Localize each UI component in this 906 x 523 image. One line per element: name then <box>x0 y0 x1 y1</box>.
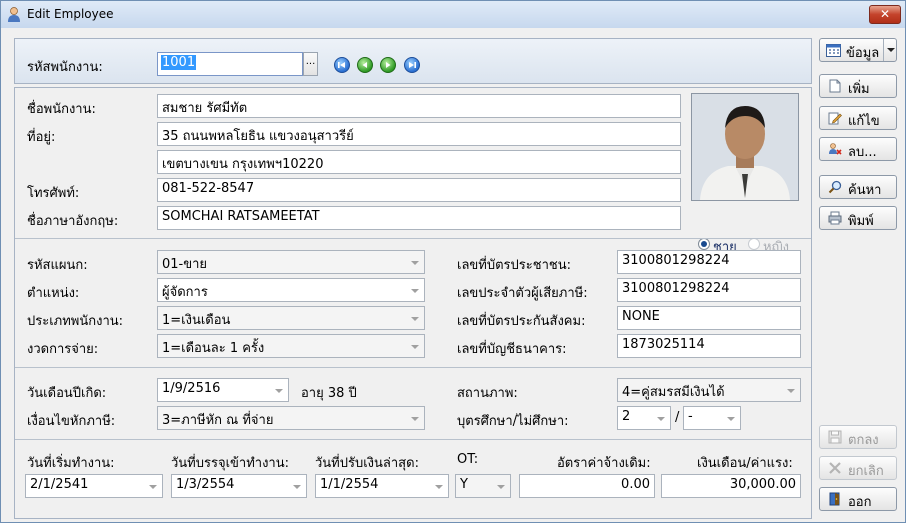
printer-icon <box>828 211 842 225</box>
exit-button[interactable]: ออก <box>819 487 897 511</box>
add-button[interactable]: เพิ่ม <box>819 74 897 98</box>
birth-date-picker[interactable]: 1/9/2516 <box>157 378 289 402</box>
phone-label: โทรศัพท์: <box>27 186 80 201</box>
name-field[interactable]: สมชาย รัศมีทัต <box>157 94 681 118</box>
employee-detail-panel: ชื่อพนักงาน: สมชาย รัศมีทัต ที่อยู่: 35 … <box>14 87 812 519</box>
start-date-picker[interactable]: 2/1/2541 <box>25 474 163 498</box>
address-line1-field[interactable]: 35 ถนนพหลโยธิน แขวงอนุสาวรีย์ <box>157 122 681 146</box>
salary-field[interactable]: 30,000.00 <box>661 474 801 498</box>
cancel-x-icon <box>829 462 841 474</box>
salary-label: เงินเดือน/ค่าแรง: <box>697 456 793 471</box>
id-card-label: เลขที่บัตรประชาชน: <box>457 258 571 273</box>
last-raise-date-label: วันที่ปรับเงินล่าสุด: <box>315 456 419 471</box>
tax-condition-label: เงื่อนไขหักภาษี: <box>27 414 116 429</box>
last-record-icon[interactable] <box>404 57 420 73</box>
employee-portrait-image <box>692 94 798 200</box>
delete-user-icon <box>829 143 842 155</box>
children-studying-select[interactable]: 2 <box>617 406 671 430</box>
tax-id-label: เลขประจำตัวผู้เสียภาษี: <box>457 286 588 301</box>
position-label: ตำแหน่ง: <box>27 286 80 301</box>
employee-type-select[interactable]: 1=เงินเดือน <box>157 306 425 330</box>
social-security-label: เลขที่บัตรประกันสังคม: <box>457 314 586 329</box>
ot-label: OT: <box>457 452 479 467</box>
gender-female-radio[interactable] <box>748 238 760 250</box>
ok-button[interactable]: ตกลง <box>819 425 897 449</box>
id-card-field[interactable]: 3100801298224 <box>617 250 801 274</box>
search-button-label: ค้นหา <box>848 183 882 198</box>
edit-pencil-icon <box>828 112 842 125</box>
children-not-studying-select[interactable]: - <box>683 406 741 430</box>
permanent-date-label: วันที่บรรจุเข้าทำงาน: <box>171 456 290 471</box>
bank-account-label: เลขที่บัญชีธนาคาร: <box>457 342 567 357</box>
info-menu-button[interactable]: ข้อมูล <box>819 38 897 62</box>
children-label: บุตรศึกษา/ไม่ศึกษา: <box>457 414 569 429</box>
cancel-button-label: ยกเลิก <box>848 464 884 479</box>
name-label: ชื่อพนักงาน: <box>27 102 96 117</box>
cancel-button[interactable]: ยกเลิก <box>819 456 897 480</box>
tax-id-field[interactable]: 3100801298224 <box>617 278 801 302</box>
close-button[interactable]: ✕ <box>869 5 901 24</box>
pay-period-label: งวดการจ่าย: <box>27 342 99 357</box>
employee-type-label: ประเภทพนักงาน: <box>27 314 124 329</box>
delete-button[interactable]: ลบ... <box>819 137 897 161</box>
age-text: อายุ 38 ปี <box>301 386 357 401</box>
emp-code-label: รหัสพนักงาน: <box>27 60 103 75</box>
section-divider-2 <box>15 367 811 368</box>
emp-code-value: 1001 <box>161 55 197 70</box>
bank-account-field[interactable]: 1873025114 <box>617 334 801 358</box>
new-document-icon <box>829 79 841 93</box>
start-date-label: วันที่เริ่มทำงาน: <box>27 456 115 471</box>
permanent-date-picker[interactable]: 1/3/2554 <box>171 474 307 498</box>
ok-button-label: ตกลง <box>848 433 879 448</box>
children-slash: / <box>675 410 680 425</box>
position-select[interactable]: ผู้จัดการ <box>157 278 425 302</box>
original-wage-field[interactable]: 0.00 <box>519 474 655 498</box>
first-record-icon[interactable] <box>334 57 350 73</box>
title-bar: Edit Employee ✕ <box>1 1 905 28</box>
section-divider-1 <box>15 238 811 239</box>
info-menu-label: ข้อมูล <box>846 46 880 61</box>
search-icon <box>828 180 842 194</box>
exit-door-icon <box>829 492 840 506</box>
search-button[interactable]: ค้นหา <box>819 175 897 199</box>
marital-status-label: สถานภาพ: <box>457 386 518 401</box>
employee-code-panel: รหัสพนักงาน: 1001 ... <box>14 38 812 84</box>
print-button-label: พิมพ์ <box>848 214 874 229</box>
edit-employee-window: Edit Employee ✕ รหัสพนักงาน: 1001 ... ชื… <box>0 0 906 523</box>
department-label: รหัสแผนก: <box>27 258 88 273</box>
client-area: รหัสพนักงาน: 1001 ... ชื่อพนักงาน: สมชาย… <box>4 28 902 520</box>
gender-male-radio[interactable] <box>698 238 710 250</box>
emp-code-input[interactable]: 1001 <box>157 52 303 76</box>
delete-button-label: ลบ... <box>848 145 877 160</box>
address-line2-field[interactable]: เขตบางเขน กรุงเทพฯ10220 <box>157 150 681 174</box>
chevron-down-icon[interactable] <box>883 39 897 61</box>
last-raise-date-picker[interactable]: 1/1/2554 <box>315 474 449 498</box>
english-name-label: ชื่อภาษาอังกฤษ: <box>27 214 119 229</box>
previous-record-icon[interactable] <box>357 57 373 73</box>
section-divider-3 <box>15 439 811 440</box>
calendar-icon <box>826 44 841 57</box>
birth-date-label: วันเดือนปีเกิด: <box>27 386 107 401</box>
exit-button-label: ออก <box>848 495 872 510</box>
edit-button-label: แก้ไข <box>848 114 880 129</box>
ot-select[interactable]: Y <box>455 474 511 498</box>
employee-app-icon <box>8 7 20 22</box>
original-wage-label: อัตราค่าจ้างเดิม: <box>557 456 651 471</box>
next-record-icon[interactable] <box>380 57 396 73</box>
employee-photo[interactable] <box>691 93 799 201</box>
window-title: Edit Employee <box>27 7 114 21</box>
pay-period-select[interactable]: 1=เดือนละ 1 ครั้ง <box>157 334 425 358</box>
tax-condition-select[interactable]: 3=ภาษีหัก ณ ที่จ่าย <box>157 406 425 430</box>
address-label: ที่อยู่: <box>27 130 56 145</box>
add-button-label: เพิ่ม <box>848 82 870 97</box>
marital-status-select[interactable]: 4=คู่สมรสมีเงินได้ <box>617 378 801 402</box>
edit-button[interactable]: แก้ไข <box>819 106 897 130</box>
social-security-field[interactable]: NONE <box>617 306 801 330</box>
phone-field[interactable]: 081-522-8547 <box>157 178 681 202</box>
emp-code-lookup-button[interactable]: ... <box>303 52 318 76</box>
save-disk-icon <box>828 430 842 444</box>
print-button[interactable]: พิมพ์ <box>819 206 897 230</box>
department-select[interactable]: 01-ขาย <box>157 250 425 274</box>
english-name-field[interactable]: SOMCHAI RATSAMEETAT <box>157 206 681 230</box>
